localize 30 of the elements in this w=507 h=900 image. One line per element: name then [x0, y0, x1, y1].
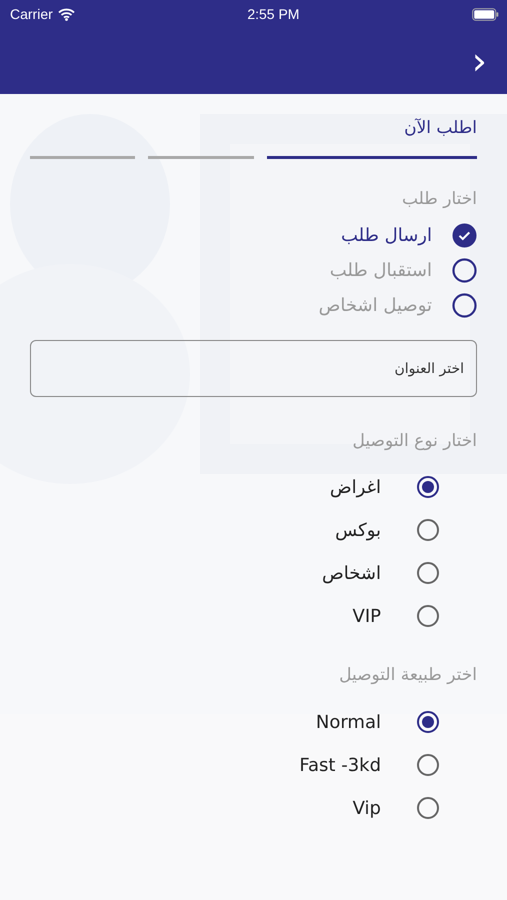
radio-button[interactable]	[417, 797, 439, 819]
back-button[interactable]: ›	[470, 42, 489, 80]
option-label: استقبال طلب	[330, 260, 432, 281]
option-label: اغراض	[330, 476, 381, 498]
address-field[interactable]: اختر العنوان	[30, 340, 477, 397]
option-label: بوكس	[335, 520, 381, 540]
checked-circle-icon[interactable]	[452, 223, 477, 248]
radio-button[interactable]	[417, 476, 439, 498]
empty-circle-icon[interactable]	[452, 258, 477, 283]
option-label: Fast -3kd	[299, 754, 381, 776]
carrier-label: Carrier	[10, 6, 53, 22]
battery-icon	[472, 8, 499, 20]
option-label: ارسال طلب	[340, 225, 432, 246]
empty-circle-icon[interactable]	[452, 293, 477, 318]
section-label: اختار طلب	[400, 189, 477, 209]
radio-button[interactable]	[417, 711, 439, 733]
option-label: اشخاص	[322, 562, 381, 584]
option-label: Vip	[352, 798, 381, 818]
wifi-icon	[58, 8, 75, 20]
radio-button[interactable]	[417, 605, 439, 627]
status-time: 2:55 PM	[247, 6, 300, 22]
page-title: اطلب الآن	[403, 118, 477, 140]
radio-button[interactable]	[417, 562, 439, 584]
section-label: اختر طبيعة التوصيل	[338, 665, 477, 685]
option-label: Normal	[316, 712, 381, 732]
radio-button[interactable]	[417, 754, 439, 776]
radio-button[interactable]	[417, 519, 439, 541]
option-label: VIP	[352, 606, 381, 626]
option-label: توصيل اشخاص	[318, 295, 432, 316]
section-label: اختار نوع التوصيل	[352, 431, 477, 451]
